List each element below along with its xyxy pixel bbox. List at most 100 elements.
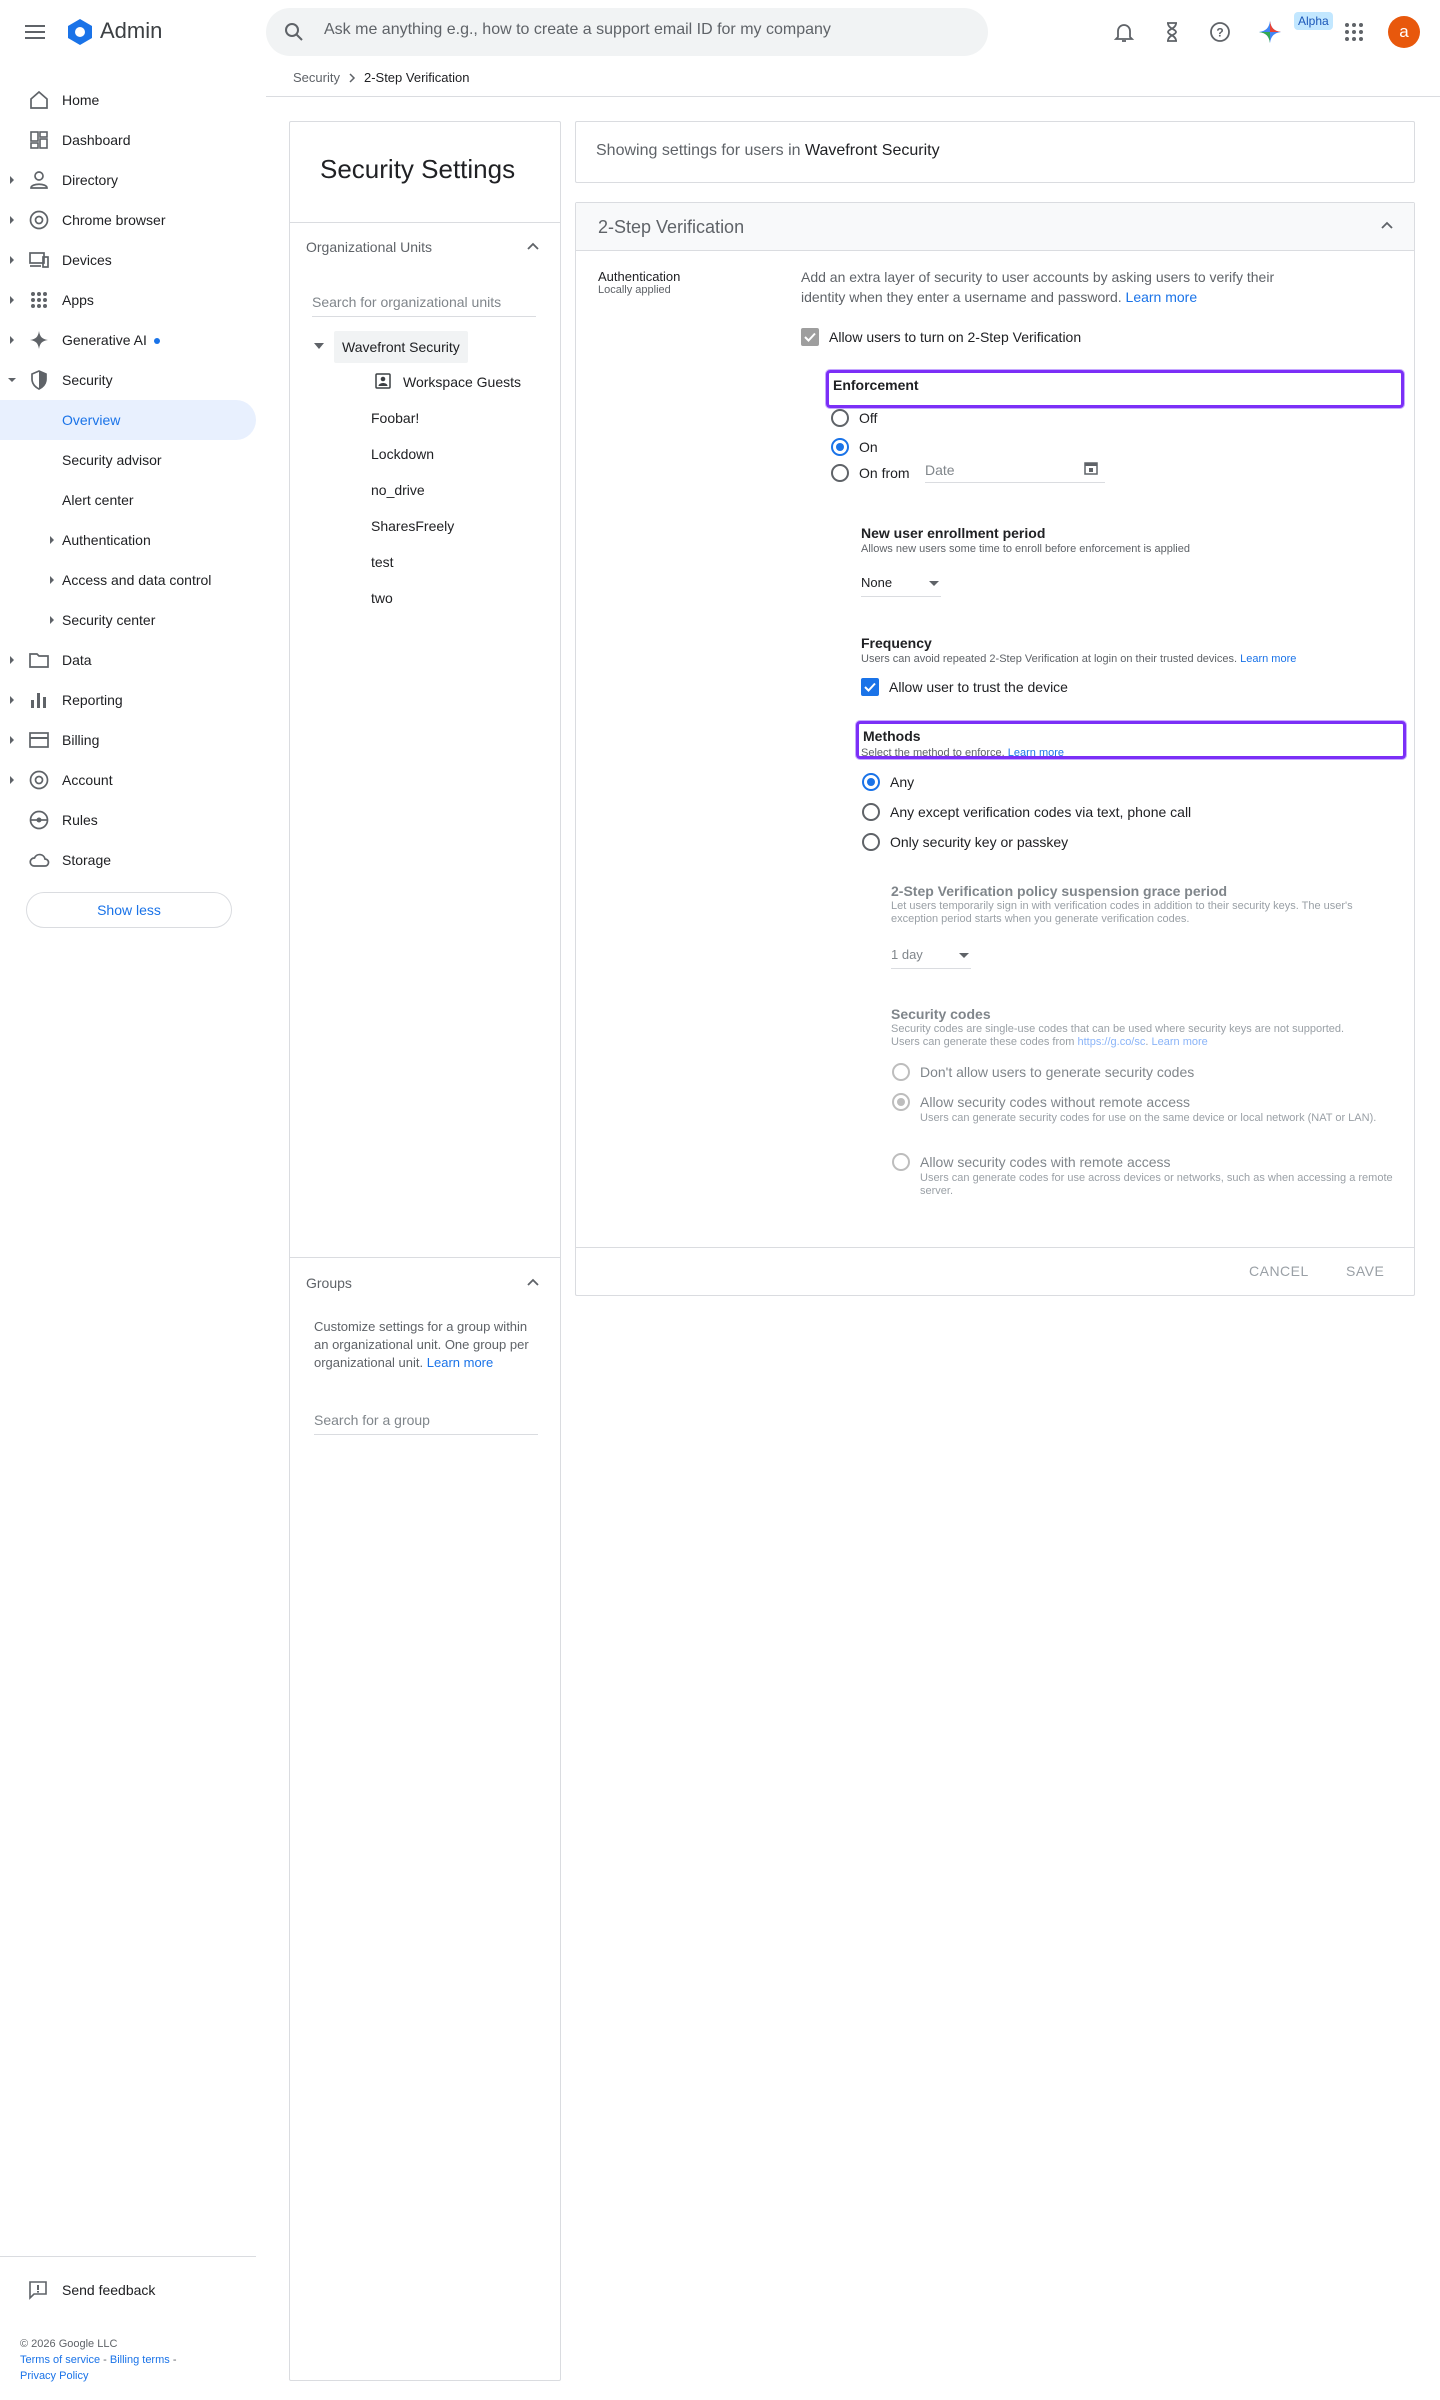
method-any[interactable]: Any bbox=[862, 773, 914, 791]
auth-sub: Locally applied bbox=[598, 284, 671, 296]
search-input[interactable]: Ask me anything e.g., how to create a su… bbox=[324, 21, 831, 39]
enforcement-off[interactable]: Off bbox=[831, 409, 877, 427]
sidebar-item-apps[interactable]: Apps bbox=[0, 280, 256, 320]
sidebar-item-generative-ai[interactable]: Generative AI bbox=[0, 320, 256, 360]
sidebar-item-storage[interactable]: Storage bbox=[0, 840, 256, 880]
radio-sc-without-remote[interactable] bbox=[892, 1093, 910, 1111]
privacy-link[interactable]: Privacy Policy bbox=[20, 2370, 88, 2382]
breadcrumb-security[interactable]: Security bbox=[293, 70, 340, 85]
sidebar-item-reporting[interactable]: Reporting bbox=[0, 680, 256, 720]
sidebar-item-security-center[interactable]: Security center bbox=[0, 600, 256, 640]
ou-item[interactable]: SharesFreely bbox=[371, 518, 454, 534]
sidebar-item-label: Security advisor bbox=[62, 452, 162, 468]
sidebar-item-security-advisor[interactable]: Security advisor bbox=[0, 440, 256, 480]
apps-icon bbox=[28, 289, 50, 311]
ou-item[interactable]: Workspace Guests bbox=[403, 374, 521, 390]
ou-item[interactable]: Lockdown bbox=[371, 446, 434, 462]
apps-grid-icon[interactable] bbox=[1342, 20, 1366, 44]
radio-sc-dont-allow[interactable] bbox=[892, 1063, 910, 1081]
search-bar[interactable]: Ask me anything e.g., how to create a su… bbox=[266, 8, 988, 56]
hourglass-icon[interactable] bbox=[1160, 20, 1184, 44]
radio-on-from[interactable] bbox=[831, 464, 849, 482]
sidebar-item-account[interactable]: Account bbox=[0, 760, 256, 800]
ou-item[interactable]: test bbox=[371, 554, 394, 570]
notifications-icon[interactable] bbox=[1112, 20, 1136, 44]
admin-logo-icon[interactable] bbox=[66, 18, 94, 46]
terms-link[interactable]: Terms of service bbox=[20, 2354, 100, 2366]
sc-option-without-remote[interactable]: Allow security codes without remote acce… bbox=[892, 1093, 1190, 1111]
billing-terms-link[interactable]: Billing terms bbox=[110, 2354, 170, 2366]
gemini-sparkle-icon[interactable] bbox=[1258, 20, 1282, 44]
ou-item[interactable]: Foobar! bbox=[371, 410, 419, 426]
methods-learn-more-link[interactable]: Learn more bbox=[1008, 747, 1064, 759]
security-codes-learn-more-link[interactable]: Learn more bbox=[1152, 1036, 1208, 1048]
show-less-button[interactable]: Show less bbox=[26, 892, 232, 928]
frequency-title: Frequency bbox=[861, 635, 932, 651]
ou-item-root[interactable]: Wavefront Security bbox=[334, 331, 468, 363]
radio-method-security-key[interactable] bbox=[862, 833, 880, 851]
sidebar-item-rules[interactable]: Rules bbox=[0, 800, 256, 840]
sidebar-item-devices[interactable]: Devices bbox=[0, 240, 256, 280]
sidebar-item-directory[interactable]: Directory bbox=[0, 160, 256, 200]
chevron-up-icon[interactable] bbox=[524, 1274, 542, 1292]
sc-with-remote-sub: Users can generate codes for use across … bbox=[920, 1172, 1393, 1197]
method-security-key[interactable]: Only security key or passkey bbox=[862, 833, 1068, 851]
chevron-up-icon[interactable] bbox=[1378, 217, 1396, 235]
avatar[interactable]: a bbox=[1388, 16, 1420, 48]
date-input[interactable]: Date bbox=[925, 462, 1105, 483]
save-button[interactable]: SAVE bbox=[1346, 1263, 1384, 1279]
sidebar-item-overview[interactable]: Overview bbox=[0, 400, 256, 440]
radio-sc-with-remote[interactable] bbox=[892, 1153, 910, 1171]
enforcement-on-from[interactable]: On from bbox=[831, 464, 910, 482]
ou-search-input[interactable]: Search for organizational units bbox=[312, 294, 536, 317]
allow-2sv-row[interactable]: Allow users to turn on 2-Step Verificati… bbox=[801, 328, 1081, 346]
sidebar-item-dashboard[interactable]: Dashboard bbox=[0, 120, 256, 160]
expand-arrow-icon bbox=[8, 256, 16, 264]
ou-panel: Security Settings Organizational Units S… bbox=[289, 121, 561, 2381]
sidebar-item-authentication[interactable]: Authentication bbox=[0, 520, 256, 560]
ou-item[interactable]: two bbox=[371, 590, 393, 606]
sc-option-dont-allow[interactable]: Don't allow users to generate security c… bbox=[892, 1063, 1194, 1081]
trust-device-checkbox[interactable] bbox=[861, 678, 879, 696]
main-menu-icon[interactable] bbox=[22, 20, 50, 44]
radio-off[interactable] bbox=[831, 409, 849, 427]
divider bbox=[290, 1257, 560, 1258]
sidebar-item-access-data-control[interactable]: Access and data control bbox=[0, 560, 256, 600]
enrollment-select[interactable]: None bbox=[861, 575, 941, 597]
sidebar-item-home[interactable]: Home bbox=[0, 80, 256, 120]
method-security-key-label: Only security key or passkey bbox=[890, 834, 1069, 850]
sc-option-with-remote[interactable]: Allow security codes with remote access bbox=[892, 1153, 1171, 1171]
sidebar-item-alert-center[interactable]: Alert center bbox=[0, 480, 256, 520]
trust-device-row[interactable]: Allow user to trust the device bbox=[861, 678, 1068, 696]
send-feedback-button[interactable]: Send feedback bbox=[28, 2280, 155, 2300]
frequency-learn-more-link[interactable]: Learn more bbox=[1240, 653, 1296, 665]
calendar-icon[interactable] bbox=[1083, 460, 1099, 476]
method-any-except[interactable]: Any except verification codes via text, … bbox=[862, 803, 1191, 821]
learn-more-link[interactable]: Learn more bbox=[1126, 289, 1198, 305]
radio-method-any-except[interactable] bbox=[862, 803, 880, 821]
ou-item[interactable]: no_drive bbox=[371, 482, 425, 498]
chevron-up-icon[interactable] bbox=[524, 238, 542, 256]
groups-learn-more-link[interactable]: Learn more bbox=[427, 1355, 493, 1370]
radio-method-any[interactable] bbox=[862, 773, 880, 791]
allow-2sv-checkbox[interactable] bbox=[801, 328, 819, 346]
radio-on[interactable] bbox=[831, 438, 849, 456]
trust-device-label: Allow user to trust the device bbox=[889, 679, 1068, 695]
cancel-button[interactable]: CANCEL bbox=[1249, 1263, 1309, 1279]
security-codes-link[interactable]: https://g.co/sc bbox=[1078, 1036, 1146, 1048]
sidebar-item-security[interactable]: Security bbox=[0, 360, 256, 400]
grace-select[interactable]: 1 day bbox=[891, 947, 971, 969]
sidebar-item-billing[interactable]: Billing bbox=[0, 720, 256, 760]
app-title[interactable]: Admin bbox=[100, 18, 162, 44]
help-icon[interactable]: ? bbox=[1208, 20, 1232, 44]
enforcement-on[interactable]: On bbox=[831, 438, 878, 456]
group-search-input[interactable]: Search for a group bbox=[314, 1412, 538, 1435]
sidebar-item-data[interactable]: Data bbox=[0, 640, 256, 680]
card-header[interactable]: 2-Step Verification bbox=[576, 203, 1414, 251]
collapse-tree-icon[interactable] bbox=[314, 342, 324, 350]
sidebar-item-label: Authentication bbox=[62, 532, 151, 548]
radio-off-label: Off bbox=[859, 410, 878, 426]
bar-chart-icon bbox=[28, 689, 50, 711]
panel-title: Security Settings bbox=[320, 154, 516, 184]
sidebar-item-chrome-browser[interactable]: Chrome browser bbox=[0, 200, 256, 240]
